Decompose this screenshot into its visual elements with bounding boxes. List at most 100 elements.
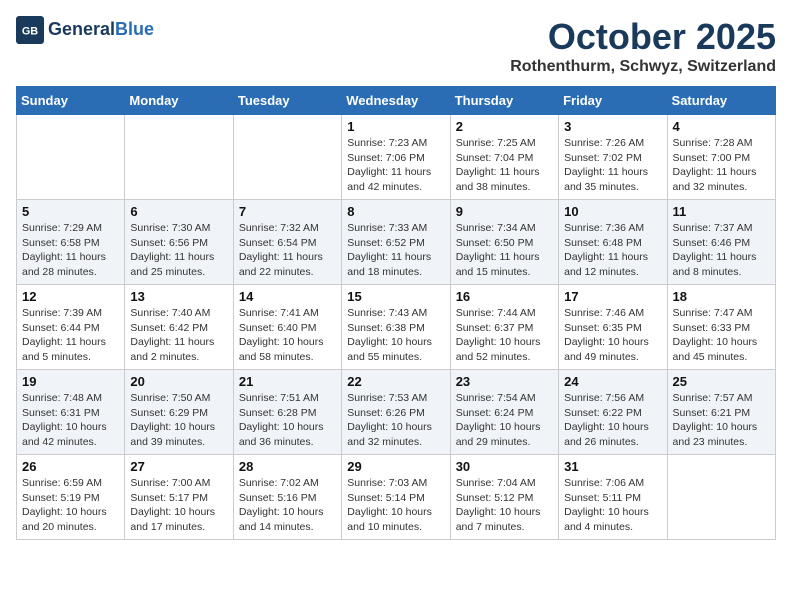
day-info: Sunrise: 7:03 AMSunset: 5:14 PMDaylight:… [347,476,444,535]
day-header-tuesday: Tuesday [233,87,341,115]
calendar-cell [17,115,125,200]
day-info: Sunrise: 7:41 AMSunset: 6:40 PMDaylight:… [239,306,336,365]
calendar-week-row: 12 Sunrise: 7:39 AMSunset: 6:44 PMDayligh… [17,285,776,370]
day-info: Sunrise: 7:25 AMSunset: 7:04 PMDaylight:… [456,136,553,195]
calendar-cell: 13 Sunrise: 7:40 AMSunset: 6:42 PMDayligh… [125,285,233,370]
calendar-week-row: 19 Sunrise: 7:48 AMSunset: 6:31 PMDayligh… [17,370,776,455]
day-info: Sunrise: 7:50 AMSunset: 6:29 PMDaylight:… [130,391,227,450]
calendar-cell: 3 Sunrise: 7:26 AMSunset: 7:02 PMDaylight… [559,115,667,200]
calendar-cell: 21 Sunrise: 7:51 AMSunset: 6:28 PMDayligh… [233,370,341,455]
svg-text:GB: GB [22,26,38,38]
day-number: 9 [456,204,553,219]
calendar-cell: 7 Sunrise: 7:32 AMSunset: 6:54 PMDaylight… [233,200,341,285]
day-header-wednesday: Wednesday [342,87,450,115]
day-number: 15 [347,289,444,304]
calendar-week-row: 26 Sunrise: 6:59 AMSunset: 5:19 PMDayligh… [17,455,776,540]
calendar-cell: 23Sunrise: 7:54 AMSunset: 6:24 PMDayligh… [450,370,558,455]
day-number: 26 [22,459,119,474]
calendar-cell: 6Sunrise: 7:30 AMSunset: 6:56 PMDaylight… [125,200,233,285]
calendar-cell: 4 Sunrise: 7:28 AMSunset: 7:00 PMDaylight… [667,115,775,200]
calendar-cell: 29Sunrise: 7:03 AMSunset: 5:14 PMDayligh… [342,455,450,540]
calendar-cell: 18 Sunrise: 7:47 AMSunset: 6:33 PMDayligh… [667,285,775,370]
day-number: 13 [130,289,227,304]
day-header-thursday: Thursday [450,87,558,115]
day-info: Sunrise: 7:30 AMSunset: 6:56 PMDaylight:… [130,221,227,280]
calendar-cell [667,455,775,540]
day-info: Sunrise: 6:59 AMSunset: 5:19 PMDaylight:… [22,476,119,535]
day-header-sunday: Sunday [17,87,125,115]
day-info: Sunrise: 7:47 AMSunset: 6:33 PMDaylight:… [673,306,770,365]
day-info: Sunrise: 7:34 AMSunset: 6:50 PMDaylight:… [456,221,553,280]
day-number: 18 [673,289,770,304]
day-info: Sunrise: 7:28 AMSunset: 7:00 PMDaylight:… [673,136,770,195]
day-info: Sunrise: 7:04 AMSunset: 5:12 PMDaylight:… [456,476,553,535]
day-info: Sunrise: 7:57 AMSunset: 6:21 PMDaylight:… [673,391,770,450]
logo-icon: GB [16,16,44,44]
calendar-cell: 14 Sunrise: 7:41 AMSunset: 6:40 PMDayligh… [233,285,341,370]
day-info: Sunrise: 7:32 AMSunset: 6:54 PMDaylight:… [239,221,336,280]
calendar-cell: 24 Sunrise: 7:56 AMSunset: 6:22 PMDayligh… [559,370,667,455]
day-number: 3 [564,119,661,134]
day-number: 7 [239,204,336,219]
calendar-cell: 28Sunrise: 7:02 AMSunset: 5:16 PMDayligh… [233,455,341,540]
day-number: 8 [347,204,444,219]
day-info: Sunrise: 7:46 AMSunset: 6:35 PMDaylight:… [564,306,661,365]
day-info: Sunrise: 7:44 AMSunset: 6:37 PMDaylight:… [456,306,553,365]
day-number: 20 [130,374,227,389]
day-number: 21 [239,374,336,389]
day-number: 11 [673,204,770,219]
calendar-cell: 25 Sunrise: 7:57 AMSunset: 6:21 PMDayligh… [667,370,775,455]
day-info: Sunrise: 7:00 AMSunset: 5:17 PMDaylight:… [130,476,227,535]
calendar-cell: 31 Sunrise: 7:06 AMSunset: 5:11 PMDayligh… [559,455,667,540]
day-number: 27 [130,459,227,474]
day-number: 17 [564,289,661,304]
calendar-cell: 11Sunrise: 7:37 AMSunset: 6:46 PMDayligh… [667,200,775,285]
calendar-cell [233,115,341,200]
calendar-cell: 12 Sunrise: 7:39 AMSunset: 6:44 PMDayligh… [17,285,125,370]
day-info: Sunrise: 7:54 AMSunset: 6:24 PMDaylight:… [456,391,553,450]
calendar-cell [125,115,233,200]
day-info: Sunrise: 7:33 AMSunset: 6:52 PMDaylight:… [347,221,444,280]
day-number: 31 [564,459,661,474]
day-info: Sunrise: 7:40 AMSunset: 6:42 PMDaylight:… [130,306,227,365]
calendar-cell: 5Sunrise: 7:29 AMSunset: 6:58 PMDaylight… [17,200,125,285]
day-number: 4 [673,119,770,134]
calendar-week-row: 5Sunrise: 7:29 AMSunset: 6:58 PMDaylight… [17,200,776,285]
day-info: Sunrise: 7:48 AMSunset: 6:31 PMDaylight:… [22,391,119,450]
day-number: 14 [239,289,336,304]
day-number: 22 [347,374,444,389]
day-info: Sunrise: 7:06 AMSunset: 5:11 PMDaylight:… [564,476,661,535]
day-number: 10 [564,204,661,219]
calendar-cell: 8 Sunrise: 7:33 AMSunset: 6:52 PMDaylight… [342,200,450,285]
day-number: 25 [673,374,770,389]
day-number: 30 [456,459,553,474]
calendar-cell: 15 Sunrise: 7:43 AMSunset: 6:38 PMDayligh… [342,285,450,370]
day-info: Sunrise: 7:39 AMSunset: 6:44 PMDaylight:… [22,306,119,365]
day-info: Sunrise: 7:43 AMSunset: 6:38 PMDaylight:… [347,306,444,365]
calendar-cell: 26 Sunrise: 6:59 AMSunset: 5:19 PMDayligh… [17,455,125,540]
page-header: GB GeneralBlue October 2025 Rothenthurm,… [16,16,776,76]
title-block: October 2025 Rothenthurm, Schwyz, Switze… [510,16,776,76]
calendar-cell: 17 Sunrise: 7:46 AMSunset: 6:35 PMDayligh… [559,285,667,370]
logo: GB GeneralBlue [16,16,154,44]
day-info: Sunrise: 7:02 AMSunset: 5:16 PMDaylight:… [239,476,336,535]
day-number: 16 [456,289,553,304]
day-header-saturday: Saturday [667,87,775,115]
day-info: Sunrise: 7:23 AMSunset: 7:06 PMDaylight:… [347,136,444,195]
calendar-cell: 9 Sunrise: 7:34 AMSunset: 6:50 PMDaylight… [450,200,558,285]
calendar-cell: 16 Sunrise: 7:44 AMSunset: 6:37 PMDayligh… [450,285,558,370]
day-info: Sunrise: 7:26 AMSunset: 7:02 PMDaylight:… [564,136,661,195]
day-info: Sunrise: 7:56 AMSunset: 6:22 PMDaylight:… [564,391,661,450]
day-number: 24 [564,374,661,389]
logo-text-general: GeneralBlue [48,19,154,41]
day-number: 12 [22,289,119,304]
day-info: Sunrise: 7:51 AMSunset: 6:28 PMDaylight:… [239,391,336,450]
day-info: Sunrise: 7:36 AMSunset: 6:48 PMDaylight:… [564,221,661,280]
day-info: Sunrise: 7:29 AMSunset: 6:58 PMDaylight:… [22,221,119,280]
location: Rothenthurm, Schwyz, Switzerland [510,58,776,76]
day-number: 19 [22,374,119,389]
calendar-cell: 27 Sunrise: 7:00 AMSunset: 5:17 PMDayligh… [125,455,233,540]
calendar-cell: 20 Sunrise: 7:50 AMSunset: 6:29 PMDayligh… [125,370,233,455]
day-info: Sunrise: 7:53 AMSunset: 6:26 PMDaylight:… [347,391,444,450]
day-number: 2 [456,119,553,134]
